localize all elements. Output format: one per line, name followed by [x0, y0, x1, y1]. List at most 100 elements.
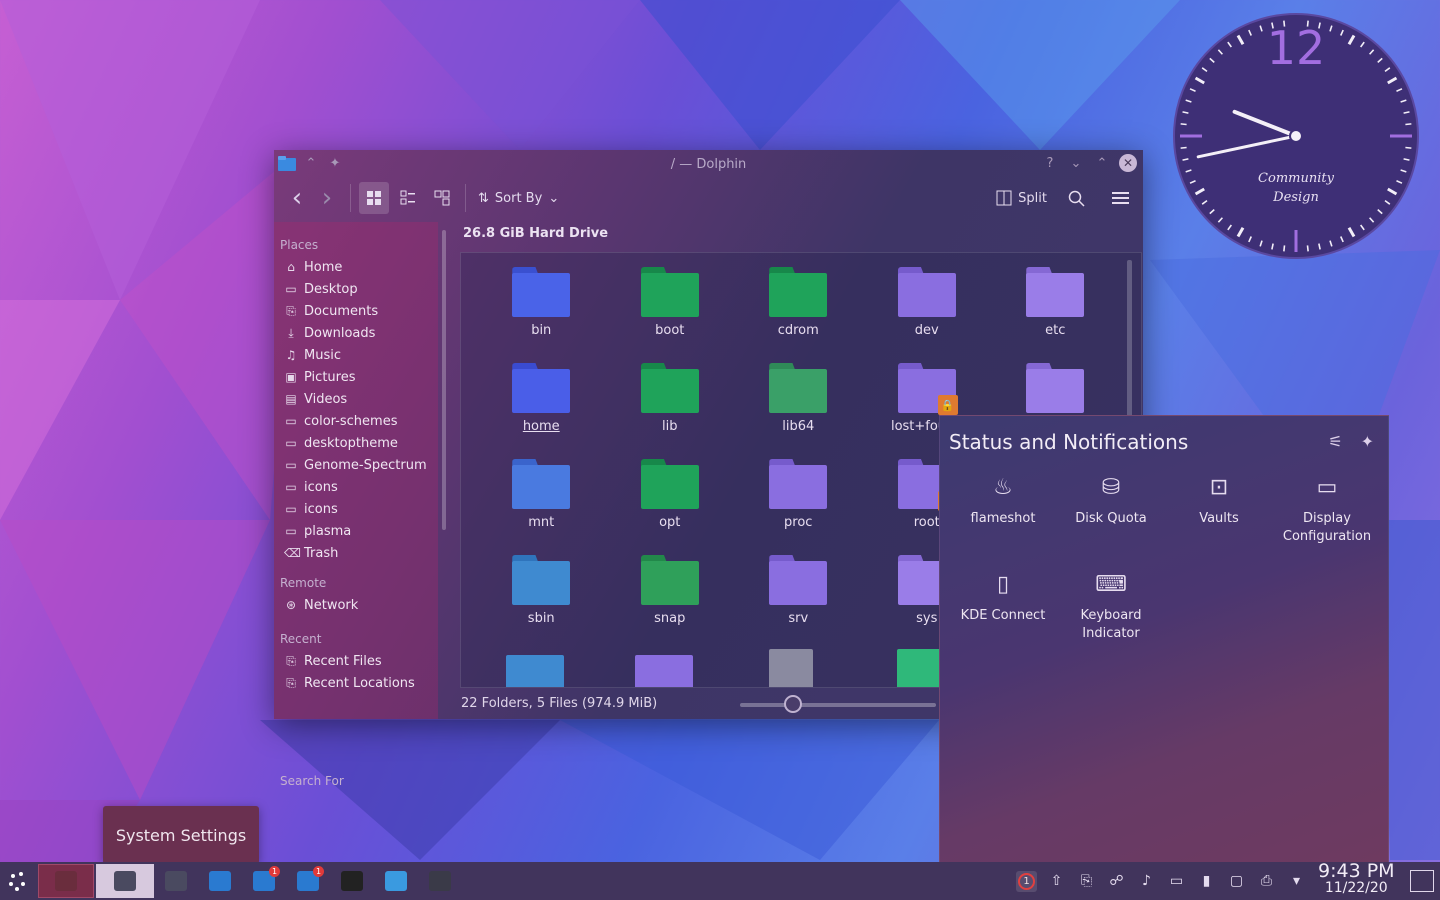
pin-icon[interactable]: ✦: [1361, 432, 1374, 451]
folder-icon: ▭: [285, 502, 297, 516]
details-view-button[interactable]: [427, 182, 457, 214]
recent-item[interactable]: ⎘ Recent Files: [274, 650, 438, 672]
help-button[interactable]: ?: [1041, 154, 1059, 172]
sort-by-button[interactable]: ⇅ Sort By ⌄: [478, 191, 559, 206]
places-item[interactable]: ▭ Genome-Spectrum: [274, 454, 438, 476]
folder-item[interactable]: lib64: [734, 359, 863, 455]
places-scrollbar[interactable]: [442, 230, 446, 530]
folder-item[interactable]: home: [477, 359, 606, 455]
folder-item[interactable]: lib: [606, 359, 735, 455]
compact-view-button[interactable]: [393, 182, 423, 214]
folder-item[interactable]: proc: [734, 455, 863, 551]
network-disconnected-icon[interactable]: ▭: [1166, 871, 1187, 892]
folder-partial: [635, 655, 693, 687]
removable-device-icon[interactable]: ▮: [1196, 871, 1217, 892]
folder-item[interactable]: mnt: [477, 455, 606, 551]
status-bar-text: 22 Folders, 5 Files (974.9 MiB): [461, 696, 658, 711]
places-item[interactable]: ▭ icons: [274, 498, 438, 520]
split-button[interactable]: Split: [996, 190, 1047, 206]
folder-label: snap: [654, 611, 686, 626]
places-item[interactable]: ⌫ Trash: [274, 542, 438, 564]
task-inkscape[interactable]: [330, 862, 374, 900]
folder-item[interactable]: dev: [863, 263, 992, 359]
digital-clock[interactable]: 9:43 PM 11/22/20: [1318, 862, 1395, 897]
volume-icon[interactable]: ♪: [1136, 871, 1157, 892]
pin-icon[interactable]: ✦: [326, 154, 344, 172]
places-item[interactable]: ▭ plasma: [274, 520, 438, 542]
notification-count-icon[interactable]: 1: [1016, 870, 1037, 892]
updates-icon[interactable]: ⇧: [1046, 871, 1067, 892]
show-desktop-button[interactable]: [1410, 870, 1434, 892]
recent-item[interactable]: ⎘ Recent Locations: [274, 672, 438, 694]
places-item[interactable]: ⎘ Documents: [274, 300, 438, 322]
applet-display[interactable]: ▭ Display Configuration: [1273, 472, 1381, 569]
folder-icon: [640, 551, 699, 607]
folder-item[interactable]: sbin: [477, 551, 606, 647]
remote-item[interactable]: ⊛ Network: [274, 594, 438, 616]
places-item[interactable]: ⌂ Home: [274, 256, 438, 278]
back-button[interactable]: ‹: [282, 182, 312, 214]
folder-item[interactable]: etc: [991, 263, 1120, 359]
configure-icon[interactable]: ⚟: [1328, 432, 1342, 451]
titlebar[interactable]: ⌃ ✦ / — Dolphin ? ⌄ ⌃ ✕: [274, 150, 1143, 178]
tray-expand-icon[interactable]: ▾: [1286, 871, 1307, 892]
dolphin-app-icon[interactable]: [278, 154, 296, 172]
printer-icon[interactable]: ⎙: [1256, 871, 1277, 892]
window-title: / — Dolphin: [670, 156, 747, 172]
minimize-button[interactable]: ⌄: [1067, 154, 1085, 172]
applet-kde-connect[interactable]: ▯ KDE Connect: [949, 569, 1057, 666]
clipboard-icon[interactable]: ⎘: [1076, 871, 1097, 892]
file-view-scrollbar[interactable]: [1127, 260, 1132, 420]
hamburger-menu-button[interactable]: [1105, 182, 1135, 214]
folder-label: lib64: [782, 419, 815, 434]
applet-keyboard[interactable]: ⌨ Keyboard Indicator: [1057, 569, 1165, 666]
places-item-label: plasma: [304, 523, 352, 539]
places-item[interactable]: ▭ color-schemes: [274, 410, 438, 432]
task-discover[interactable]: [198, 862, 242, 900]
toolbar-separator: [350, 184, 351, 212]
maximize-button[interactable]: ⌃: [1093, 154, 1111, 172]
places-item[interactable]: ⤓ Downloads: [274, 322, 438, 344]
places-item[interactable]: ♫ Music: [274, 344, 438, 366]
kde-connect-tray-icon[interactable]: ☍: [1106, 871, 1127, 892]
keep-above-icon[interactable]: ⌃: [302, 154, 320, 172]
folder-label: proc: [784, 515, 813, 530]
applet-flameshot[interactable]: ♨ flameshot: [949, 472, 1057, 569]
icons-view-button[interactable]: [359, 182, 389, 214]
folder-item[interactable]: bin: [477, 263, 606, 359]
task-settings-manager[interactable]: [154, 862, 198, 900]
display-tray-icon[interactable]: ▢: [1226, 871, 1247, 892]
places-item[interactable]: ▭ icons: [274, 476, 438, 498]
places-item[interactable]: ▭ desktoptheme: [274, 432, 438, 454]
search-button[interactable]: [1061, 182, 1091, 214]
folder-label: sys: [916, 611, 938, 626]
task-terminal-active[interactable]: [38, 864, 94, 898]
forward-button[interactable]: ›: [312, 182, 342, 214]
folder-item[interactable]: boot: [606, 263, 735, 359]
zoom-slider[interactable]: [740, 703, 936, 707]
folder-item[interactable]: srv: [734, 551, 863, 647]
icons-view-icon: [367, 191, 381, 205]
clock-numeral-12: 12: [1267, 21, 1326, 75]
places-item[interactable]: ▤ Videos: [274, 388, 438, 410]
applet-vaults[interactable]: ⊡ Vaults: [1165, 472, 1273, 569]
applet-disk-quota[interactable]: ⛁ Disk Quota: [1057, 472, 1165, 569]
task-browser[interactable]: [374, 862, 418, 900]
task-dolphin-2[interactable]: 1: [286, 862, 330, 900]
task-dolphin-1[interactable]: 1: [242, 862, 286, 900]
folder-item[interactable]: opt: [606, 455, 735, 551]
close-button[interactable]: ✕: [1119, 154, 1137, 172]
folder-icon: ▭: [285, 480, 297, 494]
folder-item[interactable]: cdrom: [734, 263, 863, 359]
clock-widget[interactable]: 12 Community Design: [1172, 12, 1420, 260]
zoom-slider-handle[interactable]: [783, 695, 802, 713]
application-launcher[interactable]: [0, 862, 36, 900]
places-item[interactable]: ▭ Desktop: [274, 278, 438, 300]
places-item[interactable]: ▣ Pictures: [274, 366, 438, 388]
task-konsole[interactable]: [418, 862, 462, 900]
status-notifications-popup[interactable]: Status and Notifications ⚟ ✦ ♨ flameshot ⛁…: [939, 415, 1389, 865]
trash-icon: ⌫: [284, 546, 301, 560]
task-manager: 11: [36, 862, 462, 900]
folder-item[interactable]: snap: [606, 551, 735, 647]
task-system-settings[interactable]: [96, 864, 154, 898]
